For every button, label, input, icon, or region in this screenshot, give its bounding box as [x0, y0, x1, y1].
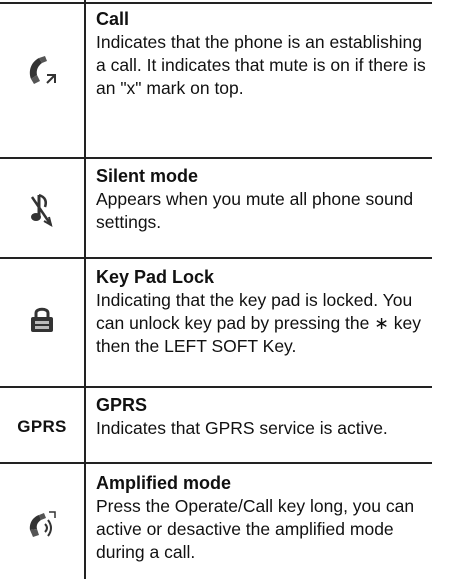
- row-divider: [0, 462, 432, 464]
- row-title: Silent mode: [96, 166, 199, 186]
- silent-mode-icon: [30, 193, 53, 228]
- row-description: Appears when you mute all phone sound se…: [96, 189, 414, 232]
- row-text: Call Indicates that the phone is an esta…: [96, 8, 436, 100]
- icon-cell: GPRS: [0, 410, 84, 444]
- row-title: Amplified mode: [96, 473, 232, 493]
- column-divider: [84, 0, 86, 579]
- gprs-text-icon: GPRS: [17, 417, 67, 436]
- row-description: Indicates that GPRS service is active.: [96, 418, 388, 438]
- row-divider: [0, 386, 432, 388]
- call-handset-icon: [29, 56, 56, 84]
- row-text: Key Pad Lock Indicating that the key pad…: [96, 266, 436, 358]
- icon-cell: [0, 40, 84, 100]
- row-divider: [0, 2, 432, 4]
- row-title: GPRS: [96, 395, 148, 415]
- icon-cell: [0, 290, 84, 350]
- icon-cell: [0, 500, 84, 550]
- amplified-mode-icon: [29, 511, 56, 537]
- keypad-lock-icon: [31, 307, 53, 332]
- row-text: Silent mode Appears when you mute all ph…: [96, 165, 436, 234]
- icon-cell: [0, 180, 84, 240]
- row-title: Call: [96, 9, 130, 29]
- row-description: Press the Operate/Call key long, you can…: [96, 496, 415, 562]
- row-description: Indicating that the key pad is locked. Y…: [96, 290, 421, 356]
- row-description: Indicates that the phone is an establish…: [96, 32, 426, 98]
- row-text: Amplified mode Press the Operate/Call ke…: [96, 472, 436, 564]
- row-divider: [0, 157, 432, 159]
- row-text: GPRS Indicates that GPRS service is acti…: [96, 394, 436, 440]
- row-title: Key Pad Lock: [96, 267, 215, 287]
- row-divider: [0, 257, 432, 259]
